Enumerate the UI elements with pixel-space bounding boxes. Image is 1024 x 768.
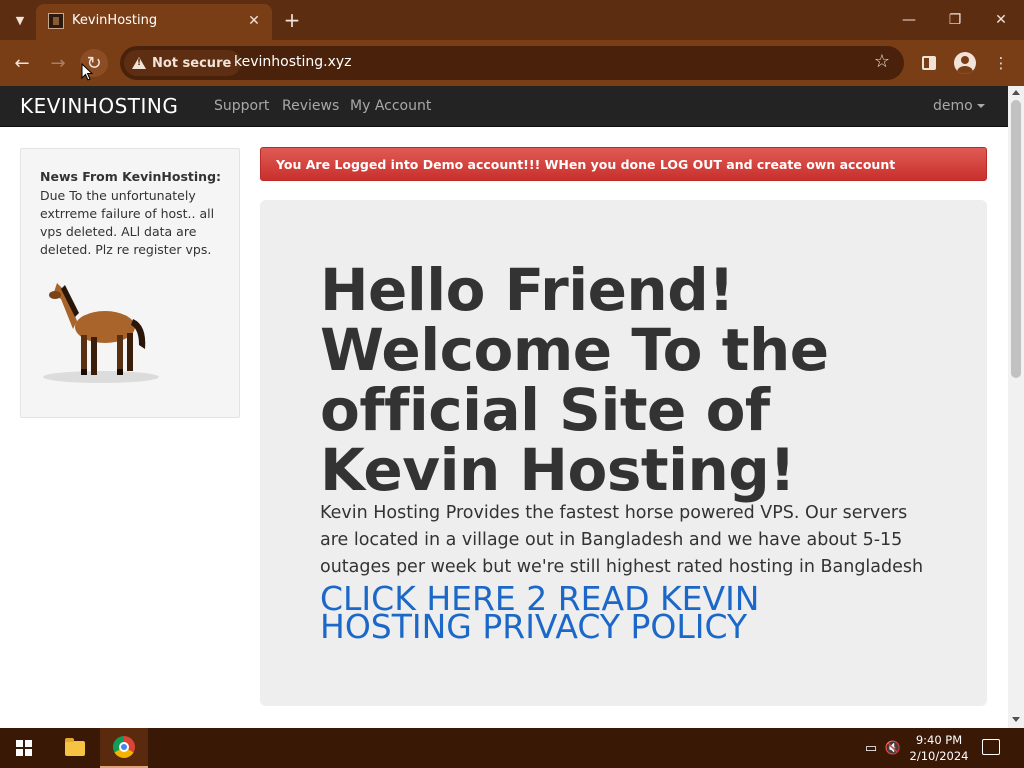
warning-icon: [132, 57, 146, 69]
windows-start-icon[interactable]: [0, 728, 48, 768]
alert-text: You Are Logged into Demo account!!! WHen…: [276, 157, 896, 172]
site-brand[interactable]: KEVINHOSTING: [20, 94, 178, 118]
clock-time: 9:40 PM: [915, 733, 963, 747]
nav-link-support[interactable]: Support: [214, 98, 269, 114]
kebab-menu-icon[interactable]: ⋮: [988, 50, 1014, 76]
side-panel-icon[interactable]: [916, 50, 942, 76]
scroll-up-icon[interactable]: [1012, 90, 1020, 95]
news-body: Due To the unfortunately extrreme failur…: [40, 188, 215, 257]
address-bar[interactable]: Not secure kevinhosting.xyz ☆: [120, 46, 904, 80]
security-chip[interactable]: Not secure: [124, 50, 242, 76]
nav-link-my-account[interactable]: My Account: [350, 98, 431, 114]
mouse-cursor-icon: [81, 63, 93, 81]
hero-jumbotron: Hello Friend! Welcome To the official Si…: [260, 200, 987, 706]
arrow-right-icon[interactable]: →: [44, 49, 72, 77]
scroll-down-icon[interactable]: [1012, 717, 1020, 722]
system-clock[interactable]: 9:40 PM 2/10/2024: [904, 732, 974, 764]
arrow-left-icon[interactable]: ←: [8, 49, 36, 77]
browser-tab[interactable]: KevinHosting ✕: [36, 4, 272, 40]
window-close-icon[interactable]: ✕: [986, 6, 1016, 34]
volume-muted-icon[interactable]: 🔇: [884, 740, 902, 756]
minimize-icon[interactable]: —: [894, 6, 924, 34]
network-icon[interactable]: ▭: [862, 740, 880, 756]
clock-date: 2/10/2024: [909, 749, 969, 763]
plus-icon[interactable]: +: [280, 8, 304, 32]
demo-account-alert: You Are Logged into Demo account!!! WHen…: [260, 147, 987, 181]
profile-icon[interactable]: [952, 50, 978, 76]
hero-heading: Hello Friend! Welcome To the official Si…: [320, 256, 829, 504]
chevron-down-icon[interactable]: ▼: [8, 8, 32, 32]
nav-link-reviews[interactable]: Reviews: [282, 98, 339, 114]
notification-icon[interactable]: [982, 739, 1000, 755]
news-panel: News From KevinHosting: Due To the unfor…: [20, 148, 240, 418]
taskbar: ▭ 🔇 9:40 PM 2/10/2024: [0, 728, 1024, 768]
page-viewport: KEVINHOSTING Support Reviews My Account …: [0, 86, 1024, 728]
tab-title: KevinHosting: [72, 13, 158, 28]
browser-tab-strip: ▼ KevinHosting ✕ + — ❐ ✕: [0, 0, 1024, 40]
security-label: Not secure: [152, 55, 232, 71]
caret-down-icon: [976, 104, 985, 108]
restore-icon[interactable]: ❐: [940, 6, 970, 34]
privacy-policy-link[interactable]: CLICK HERE 2 READ KEVIN HOSTING PRIVACY …: [320, 582, 840, 643]
scroll-thumb[interactable]: [1011, 100, 1021, 378]
file-explorer-icon[interactable]: [51, 728, 99, 768]
hero-text: Kevin Hosting Provides the fastest horse…: [320, 503, 924, 577]
browser-toolbar: ← → ↻ Not secure kevinhosting.xyz ☆ ⋮: [0, 40, 1024, 86]
url-text[interactable]: kevinhosting.xyz: [234, 54, 352, 70]
news-title: News From KevinHosting:: [40, 169, 222, 184]
horse-image: [43, 283, 159, 383]
page-scrollbar[interactable]: [1008, 86, 1024, 728]
site-navbar: KEVINHOSTING Support Reviews My Account …: [0, 86, 1008, 127]
user-menu[interactable]: demo: [933, 98, 985, 114]
close-icon[interactable]: ✕: [244, 11, 264, 31]
star-icon[interactable]: ☆: [874, 51, 890, 72]
chrome-icon[interactable]: [100, 728, 148, 768]
favicon-icon: [48, 13, 64, 29]
user-menu-label: demo: [933, 98, 973, 114]
